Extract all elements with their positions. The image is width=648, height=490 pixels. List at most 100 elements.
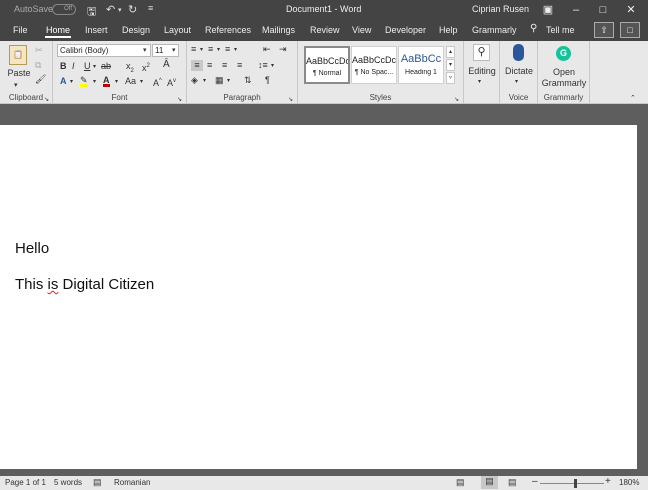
shading-icon[interactable]: ◈ — [191, 75, 198, 86]
paste-dropdown-icon[interactable]: ▾ — [14, 80, 18, 91]
align-center-icon[interactable]: ≡ — [207, 60, 212, 71]
paste-button[interactable]: Paste — [7, 68, 31, 79]
decrease-indent-icon[interactable]: ⇤ — [263, 44, 271, 55]
document-page[interactable]: Hello This is Digital Citizen — [0, 125, 637, 469]
line-spacing-icon[interactable]: ↕≡ — [258, 60, 268, 71]
text-effects-dropdown-icon[interactable]: ▾ — [70, 77, 73, 88]
dictate-button[interactable]: Dictate — [500, 66, 538, 77]
line-spacing-dropdown-icon[interactable]: ▾ — [271, 61, 274, 72]
focus-mode-icon[interactable]: ▤ — [456, 477, 465, 488]
proofing-icon[interactable]: ▤ — [93, 477, 102, 488]
zoom-in-icon[interactable]: + — [605, 476, 611, 487]
increase-indent-icon[interactable]: ⇥ — [279, 44, 287, 55]
bullets-icon[interactable]: ≡ — [191, 44, 196, 55]
editing-group[interactable]: ⚲ Editing ▾ — [464, 41, 500, 104]
font-family-select[interactable]: Calibri (Body) — [57, 44, 151, 57]
zoom-slider-thumb[interactable] — [574, 479, 577, 488]
undo-icon[interactable]: ↶ — [106, 3, 115, 16]
styles-scroll-down-icon[interactable]: ▾ — [446, 59, 455, 71]
paragraph-hello[interactable]: Hello — [15, 240, 49, 257]
grammarly-icon[interactable]: G — [556, 46, 571, 61]
print-layout-icon[interactable]: ▤ — [481, 476, 498, 489]
word-count[interactable]: 5 words — [54, 478, 82, 487]
show-formatting-icon[interactable]: ¶ — [265, 75, 270, 86]
dictate-dropdown-icon[interactable]: ▾ — [515, 77, 518, 88]
share-button[interactable]: ⇧ — [594, 22, 614, 38]
align-left-icon[interactable]: ≡ — [191, 60, 203, 71]
italic-icon[interactable]: I — [72, 61, 75, 72]
align-right-icon[interactable]: ≡ — [222, 60, 227, 71]
bullets-dropdown-icon[interactable]: ▾ — [200, 45, 203, 56]
shading-dropdown-icon[interactable]: ▾ — [203, 76, 206, 87]
ribbon-display-icon[interactable]: ▣ — [534, 0, 562, 20]
multilevel-list-dropdown-icon[interactable]: ▾ — [234, 45, 237, 56]
text-effects-icon[interactable]: A — [60, 76, 67, 87]
styles-scroll-up-icon[interactable]: ▴ — [446, 46, 455, 58]
language[interactable]: Romanian — [114, 478, 150, 487]
multilevel-list-icon[interactable]: ≡ — [225, 44, 230, 55]
tab-design[interactable]: Design — [122, 25, 150, 35]
zoom-level[interactable]: 180% — [619, 478, 639, 487]
microphone-icon[interactable] — [513, 44, 524, 61]
cut-icon[interactable]: ✂ — [35, 45, 43, 56]
superscript-icon[interactable]: x2 — [142, 61, 150, 74]
tab-home[interactable]: Home — [46, 25, 70, 35]
numbering-dropdown-icon[interactable]: ▾ — [217, 45, 220, 56]
comments-button[interactable]: □ — [620, 22, 640, 38]
tab-view[interactable]: View — [352, 25, 371, 35]
paragraph-digital-citizen[interactable]: This is Digital Citizen — [15, 276, 154, 293]
font-family-dropdown-icon[interactable]: ▾ — [143, 45, 147, 56]
styles-more-icon[interactable]: ▿ — [446, 72, 455, 84]
tab-help[interactable]: Help — [439, 25, 458, 35]
sort-icon[interactable]: ⇅ — [244, 75, 252, 86]
grow-font-icon[interactable]: A^ — [153, 76, 162, 89]
highlight-dropdown-icon[interactable]: ▾ — [93, 77, 96, 88]
tell-me-box[interactable]: Tell me — [546, 25, 575, 35]
underline-icon[interactable]: U — [84, 61, 91, 72]
tab-developer[interactable]: Developer — [385, 25, 426, 35]
borders-icon[interactable]: ▦ — [215, 75, 224, 86]
copy-icon[interactable]: ⧉ — [35, 60, 41, 71]
change-case-icon[interactable]: Aa — [125, 76, 136, 87]
customize-toolbar-icon[interactable]: ≡ — [148, 3, 153, 13]
numbering-icon[interactable]: ≡ — [208, 44, 213, 55]
zoom-slider[interactable] — [540, 483, 604, 484]
undo-dropdown-icon[interactable]: ▾ — [118, 6, 122, 14]
collapse-ribbon-icon[interactable]: ⌃ — [630, 93, 636, 104]
spelling-error-word[interactable]: is — [48, 276, 59, 293]
borders-dropdown-icon[interactable]: ▾ — [227, 76, 230, 87]
subscript-icon[interactable]: x2 — [126, 61, 134, 77]
highlight-icon[interactable]: ✎ — [80, 75, 88, 87]
vertical-scrollbar[interactable] — [637, 125, 648, 469]
close-icon[interactable]: ✕ — [617, 0, 645, 20]
tab-references[interactable]: References — [205, 25, 251, 35]
web-layout-icon[interactable]: ▤ — [508, 477, 517, 488]
font-color-icon[interactable]: A — [103, 75, 110, 87]
bold-icon[interactable]: B — [60, 61, 67, 72]
shrink-font-icon[interactable]: Av — [167, 76, 176, 89]
style-normal[interactable]: AaBbCcDc ¶ Normal — [304, 46, 350, 84]
format-painter-icon[interactable]: 🖌 — [35, 74, 46, 85]
open-grammarly-line1[interactable]: Open — [538, 67, 590, 78]
font-size-dropdown-icon[interactable]: ▾ — [172, 45, 176, 56]
tab-review[interactable]: Review — [310, 25, 340, 35]
change-case-dropdown-icon[interactable]: ▾ — [140, 77, 143, 88]
justify-icon[interactable]: ≡ — [237, 60, 242, 71]
strikethrough-icon[interactable]: ab — [101, 61, 111, 72]
style-no-spacing[interactable]: AaBbCcDc ¶ No Spac... — [351, 46, 397, 84]
maximize-icon[interactable]: □ — [589, 0, 617, 20]
tab-file[interactable]: File — [13, 25, 28, 35]
clear-formatting-icon[interactable]: Ā — [163, 59, 170, 70]
tab-grammarly[interactable]: Grammarly — [472, 25, 517, 35]
tab-insert[interactable]: Insert — [85, 25, 108, 35]
autosave-toggle[interactable]: Off — [52, 4, 76, 15]
underline-dropdown-icon[interactable]: ▾ — [93, 62, 96, 73]
zoom-out-icon[interactable]: – — [532, 476, 538, 487]
style-heading-1[interactable]: AaBbCc Heading 1 — [398, 46, 444, 84]
redo-icon[interactable]: ↻ — [128, 3, 137, 16]
open-grammarly-line2[interactable]: Grammarly — [538, 78, 590, 89]
font-color-dropdown-icon[interactable]: ▾ — [115, 77, 118, 88]
page-count[interactable]: Page 1 of 1 — [5, 478, 46, 487]
tab-layout[interactable]: Layout — [164, 25, 191, 35]
minimize-icon[interactable]: – — [562, 0, 590, 20]
